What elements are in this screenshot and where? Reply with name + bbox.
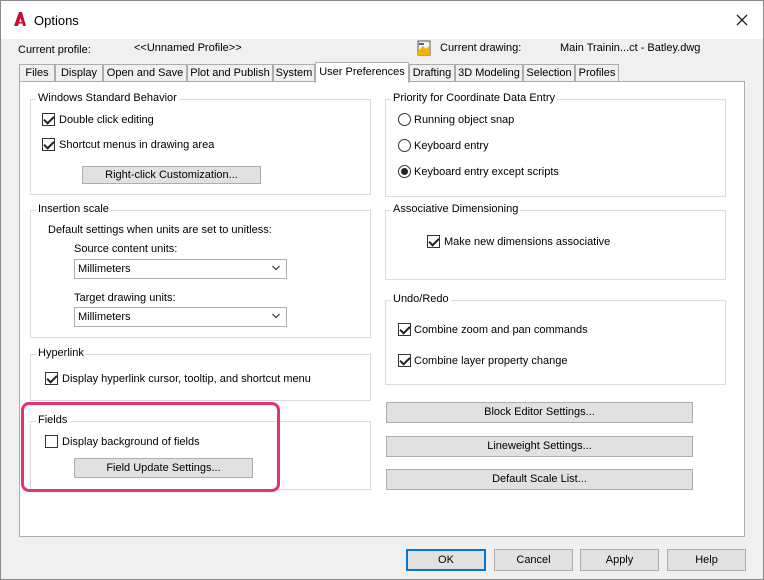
current-drawing-value: Main Trainin...ct - Batley.dwg [560, 42, 701, 54]
target-drawing-units-select[interactable]: Millimeters [74, 307, 287, 327]
running-object-snap-radio[interactable] [398, 113, 411, 126]
cancel-button[interactable]: Cancel [494, 549, 573, 571]
tab-user-preferences[interactable]: User Preferences [315, 62, 409, 83]
selected-value: Millimeters [78, 311, 131, 323]
options-dialog: Options Current profile: <<Unnamed Profi… [0, 0, 764, 580]
group-title: Hyperlink [36, 347, 86, 359]
target-drawing-units-label: Target drawing units: [74, 292, 176, 304]
current-profile-value: <<Unnamed Profile>> [134, 42, 242, 54]
drawing-file-icon [417, 40, 431, 56]
close-button[interactable] [733, 11, 751, 29]
combine-zoom-pan-checkbox[interactable] [398, 323, 411, 336]
group-title: Associative Dimensioning [391, 203, 521, 215]
source-content-units-select[interactable]: Millimeters [74, 259, 287, 279]
group-title: Undo/Redo [391, 293, 451, 305]
fields-group: Fields Display background of fields Fiel… [30, 414, 371, 490]
display-background-checkbox[interactable] [45, 435, 58, 448]
close-icon [736, 14, 748, 26]
tab-profiles[interactable]: Profiles [575, 64, 619, 82]
combine-layer-property-checkbox[interactable] [398, 354, 411, 367]
chevron-down-icon [272, 313, 280, 319]
display-hyperlink-label: Display hyperlink cursor, tooltip, and s… [62, 373, 311, 385]
lineweight-settings-button[interactable]: Lineweight Settings... [386, 436, 693, 457]
group-title: Fields [36, 414, 70, 426]
windows-standard-behavior-group: Windows Standard Behavior Double click e… [30, 92, 371, 195]
tab-open-and-save[interactable]: Open and Save [103, 64, 187, 82]
default-scale-list-button[interactable]: Default Scale List... [386, 469, 693, 490]
current-profile-label: Current profile: [18, 44, 91, 56]
field-update-settings-button[interactable]: Field Update Settings... [74, 458, 253, 478]
tab-drafting[interactable]: Drafting [409, 64, 455, 82]
chevron-down-icon [272, 265, 280, 271]
right-click-customization-button[interactable]: Right-click Customization... [82, 166, 261, 184]
tab-files[interactable]: Files [19, 64, 55, 82]
tab-display[interactable]: Display [55, 64, 103, 82]
user-preferences-panel: Windows Standard Behavior Double click e… [19, 81, 745, 537]
autocad-logo-icon [14, 12, 26, 26]
double-click-editing-label: Double click editing [59, 114, 154, 126]
title-bar: Options [1, 1, 763, 39]
group-title: Windows Standard Behavior [36, 92, 179, 104]
tab-selection[interactable]: Selection [523, 64, 575, 82]
shortcut-menus-checkbox[interactable] [42, 138, 55, 151]
keyboard-entry-radio[interactable] [398, 139, 411, 152]
keyboard-entry-except-scripts-label: Keyboard entry except scripts [414, 166, 559, 178]
source-content-units-label: Source content units: [74, 243, 178, 255]
running-object-snap-label: Running object snap [414, 114, 515, 126]
apply-button[interactable]: Apply [580, 549, 659, 571]
hyperlink-group: Hyperlink Display hyperlink cursor, tool… [30, 347, 371, 401]
double-click-editing-checkbox[interactable] [42, 113, 55, 126]
group-title: Insertion scale [36, 203, 111, 215]
combine-layer-property-label: Combine layer property change [414, 355, 568, 367]
display-hyperlink-checkbox[interactable] [45, 372, 58, 385]
current-drawing-label: Current drawing: [440, 42, 522, 54]
shortcut-menus-label: Shortcut menus in drawing area [59, 139, 215, 151]
keyboard-entry-label: Keyboard entry [414, 140, 489, 152]
window-title: Options [34, 13, 79, 28]
tab-plot-and-publish[interactable]: Plot and Publish [187, 64, 273, 82]
display-background-label: Display background of fields [62, 436, 200, 448]
combine-zoom-pan-label: Combine zoom and pan commands [414, 324, 588, 336]
associative-dimensioning-group: Associative Dimensioning Make new dimens… [385, 203, 726, 280]
block-editor-settings-button[interactable]: Block Editor Settings... [386, 402, 693, 423]
coordinate-priority-group: Priority for Coordinate Data Entry Runni… [385, 92, 726, 197]
help-button[interactable]: Help [667, 549, 746, 571]
ok-button[interactable]: OK [406, 549, 486, 571]
group-title: Priority for Coordinate Data Entry [391, 92, 558, 104]
unitless-description: Default settings when units are set to u… [48, 224, 272, 236]
undo-redo-group: Undo/Redo Combine zoom and pan commands … [385, 293, 726, 385]
make-associative-checkbox[interactable] [427, 235, 440, 248]
make-associative-label: Make new dimensions associative [444, 236, 611, 248]
keyboard-entry-except-scripts-radio[interactable] [398, 165, 411, 178]
tab-3d-modeling[interactable]: 3D Modeling [455, 64, 523, 82]
selected-value: Millimeters [78, 263, 131, 275]
insertion-scale-group: Insertion scale Default settings when un… [30, 203, 371, 338]
tab-system[interactable]: System [273, 64, 315, 82]
